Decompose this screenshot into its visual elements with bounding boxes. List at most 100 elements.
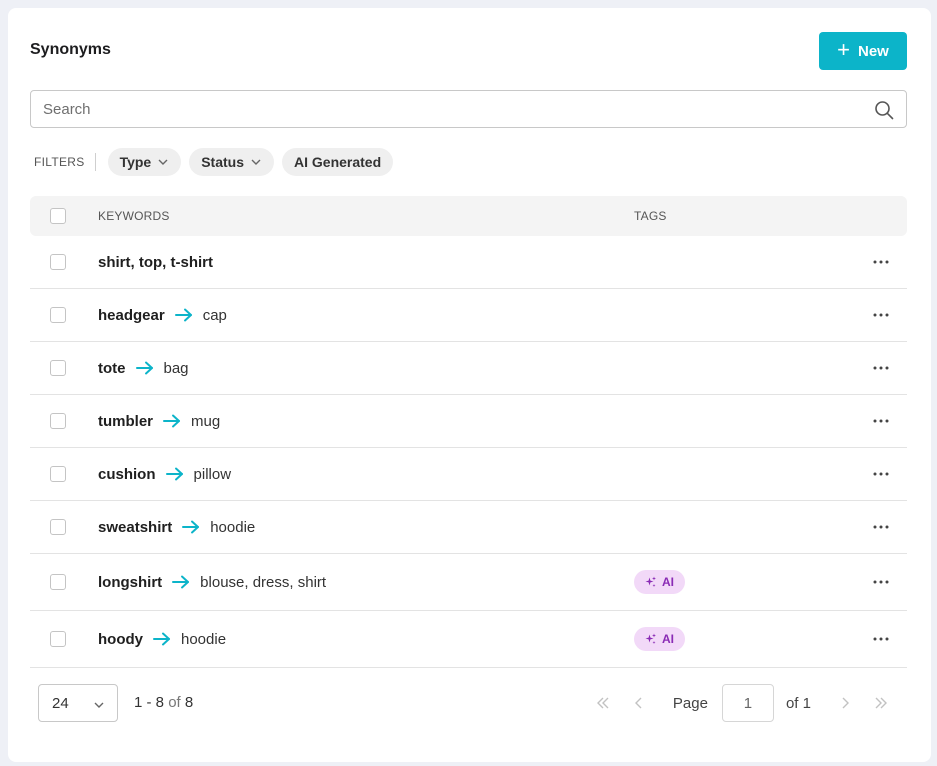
keywords-cell: tote bag — [98, 360, 189, 377]
row-checkbox[interactable] — [50, 631, 66, 647]
keywords-cell: headgear cap — [98, 307, 227, 324]
more-options-icon[interactable] — [871, 517, 891, 537]
keyword-source: cushion — [98, 465, 156, 483]
more-options-icon[interactable] — [871, 411, 891, 431]
keyword-source: tote — [98, 359, 126, 377]
keywords-cell: cushion pillow — [98, 466, 231, 483]
table-row[interactable]: shirt, top, t-shirt — [30, 236, 907, 289]
range-text: 1 - 8 — [134, 694, 165, 711]
new-button-label: New — [858, 42, 889, 60]
ai-tag: AI — [634, 627, 685, 651]
table-row[interactable]: longshirt blouse, dress, shirt AI — [30, 554, 907, 611]
table-row[interactable]: tumbler mug — [30, 395, 907, 448]
page-label: Page — [672, 694, 708, 712]
keyword-source: tumbler — [98, 412, 154, 430]
table-body: shirt, top, t-shirt headgear cap tote bag tum… — [30, 236, 907, 668]
filters-label: FILTERS — [34, 155, 85, 169]
more-options-icon[interactable] — [871, 305, 891, 325]
arrow-right-icon — [174, 308, 192, 322]
row-checkbox[interactable] — [50, 574, 66, 590]
keyword-source: shirt, top, t-shirt — [98, 253, 213, 271]
more-options-icon[interactable] — [871, 464, 891, 484]
filters-divider — [94, 153, 96, 171]
keyword-source: hoody — [98, 630, 143, 648]
arrow-right-icon — [135, 361, 153, 375]
keywords-cell: shirt, top, t-shirt — [98, 254, 213, 271]
keyword-target: cap — [202, 306, 227, 324]
table-row[interactable]: hoody hoodie AI — [30, 611, 907, 668]
new-button[interactable]: + New — [819, 32, 907, 70]
last-page-icon[interactable] — [869, 691, 893, 715]
sparkle-icon — [645, 576, 656, 587]
plus-icon: + — [837, 37, 850, 62]
search-icon[interactable] — [874, 100, 894, 120]
keyword-target: bag — [163, 359, 189, 377]
keyword-target: pillow — [193, 465, 232, 483]
table-row[interactable]: cushion pillow — [30, 448, 907, 501]
more-options-icon[interactable] — [871, 252, 891, 272]
row-checkbox[interactable] — [50, 307, 66, 323]
filter-chip-label: AI Generated — [294, 154, 382, 170]
filter-chip-label: Status — [201, 154, 244, 170]
search-input[interactable] — [31, 91, 851, 127]
table-header: KEYWORDS TAGS — [30, 196, 907, 236]
range-of-word: of — [168, 694, 181, 711]
filter-chip-label: Type — [119, 154, 152, 170]
keywords-cell: longshirt blouse, dress, shirt — [98, 574, 326, 591]
previous-page-icon[interactable] — [627, 691, 651, 715]
chevron-down-icon — [251, 159, 261, 165]
arrow-right-icon — [165, 467, 183, 481]
per-page-select[interactable]: 24 — [38, 684, 118, 722]
row-checkbox[interactable] — [50, 413, 66, 429]
more-options-icon[interactable] — [871, 572, 891, 592]
arrow-right-icon — [163, 414, 181, 428]
page-number-input[interactable] — [721, 684, 774, 722]
keywords-cell: hoody hoodie — [98, 631, 226, 648]
arrow-right-icon — [172, 575, 190, 589]
keyword-target: hoodie — [181, 630, 227, 648]
table-row[interactable]: tote bag — [30, 342, 907, 395]
sparkle-icon — [645, 633, 656, 644]
ai-tag: AI — [634, 570, 685, 594]
column-header-keywords: KEYWORDS — [98, 209, 170, 223]
table-row[interactable]: headgear cap — [30, 289, 907, 342]
row-checkbox[interactable] — [50, 519, 66, 535]
chevron-down-icon — [158, 159, 168, 165]
next-page-icon[interactable] — [833, 691, 857, 715]
keyword-source: headgear — [98, 306, 165, 324]
arrow-right-icon — [153, 632, 170, 646]
table-row[interactable]: sweatshirt hoodie — [30, 501, 907, 554]
range-total: 8 — [184, 694, 194, 711]
keyword-target: blouse, dress, shirt — [200, 573, 327, 591]
column-header-tags: TAGS — [634, 209, 667, 223]
keyword-target: hoodie — [210, 518, 256, 536]
ai-tag-label: AI — [662, 575, 674, 589]
keywords-cell: tumbler mug — [98, 413, 220, 430]
result-range: 1 - 8 of 8 — [134, 694, 193, 711]
ai-tag-label: AI — [662, 632, 674, 646]
pagination-footer: 24 1 - 8 of 8 Page of 1 — [30, 684, 907, 722]
arrow-right-icon — [182, 520, 200, 534]
filter-chip-status[interactable]: Status — [189, 148, 274, 176]
filters-bar: FILTERS Type Status AI Generated — [30, 148, 401, 176]
pager: Page of 1 — [585, 684, 899, 722]
synonyms-card: Synonyms + New FILTERS Type Status AI Ge… — [8, 8, 931, 762]
more-options-icon[interactable] — [871, 358, 891, 378]
row-checkbox[interactable] — [50, 360, 66, 376]
keyword-source: sweatshirt — [98, 518, 173, 536]
row-checkbox[interactable] — [50, 254, 66, 270]
select-all-checkbox[interactable] — [50, 208, 66, 224]
chevron-down-icon — [94, 702, 104, 708]
row-checkbox[interactable] — [50, 466, 66, 482]
per-page-value: 24 — [52, 694, 69, 712]
keyword-target: mug — [191, 412, 221, 430]
keyword-source: longshirt — [98, 573, 163, 591]
more-options-icon[interactable] — [871, 629, 891, 649]
filter-chip-type[interactable]: Type — [107, 148, 182, 176]
keywords-cell: sweatshirt hoodie — [98, 519, 255, 536]
search-box — [30, 90, 907, 128]
page-title: Synonyms — [30, 41, 111, 58]
synonyms-table: KEYWORDS TAGS shirt, top, t-shirt headgea… — [30, 196, 907, 668]
filter-chip-ai-generated[interactable]: AI Generated — [282, 148, 394, 176]
first-page-icon[interactable] — [591, 691, 615, 715]
